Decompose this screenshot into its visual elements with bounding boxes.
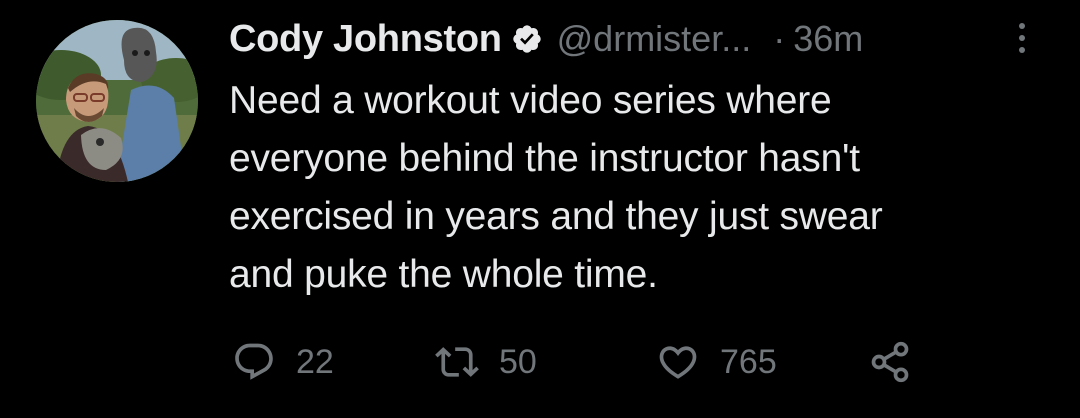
heart-icon (659, 346, 697, 379)
timestamp[interactable]: 36m (793, 18, 863, 60)
tweet-text-line: and puke the whole time. (229, 253, 658, 296)
avatar[interactable] (36, 20, 198, 182)
tweet-text: Need a workout video series where everyo… (229, 72, 1049, 304)
tweet-header: Cody Johnston @drmister... · 36m (229, 14, 863, 64)
reply-icon (235, 343, 273, 380)
action-bar: 22 50 765 (232, 336, 992, 388)
more-options-icon[interactable] (1010, 16, 1034, 60)
author-handle[interactable]: @drmister... (557, 18, 752, 60)
tweet[interactable]: Cody Johnston @drmister... · 36m Need a … (0, 0, 1080, 418)
share-icon (871, 341, 909, 383)
more-dot (1019, 47, 1025, 53)
more-dot (1019, 23, 1025, 29)
retweet-icon (435, 347, 479, 377)
retweet-button[interactable]: 50 (435, 336, 537, 388)
like-button[interactable]: 765 (656, 336, 777, 388)
verified-badge-icon (511, 23, 543, 55)
tweet-text-line: exercised in years and they just swear (229, 195, 883, 238)
retweet-count: 50 (499, 342, 537, 381)
reply-button[interactable]: 22 (232, 336, 334, 388)
author-name[interactable]: Cody Johnston (229, 18, 502, 61)
share-button[interactable] (868, 336, 912, 388)
like-count: 765 (720, 342, 777, 381)
more-dot (1019, 35, 1025, 41)
reply-count: 22 (296, 342, 334, 381)
tweet-text-line: Need a workout video series where (229, 79, 832, 122)
avatar-photo (36, 20, 198, 182)
separator-dot: · (773, 18, 786, 59)
tweet-text-line: everyone behind the instructor hasn't (229, 137, 860, 180)
